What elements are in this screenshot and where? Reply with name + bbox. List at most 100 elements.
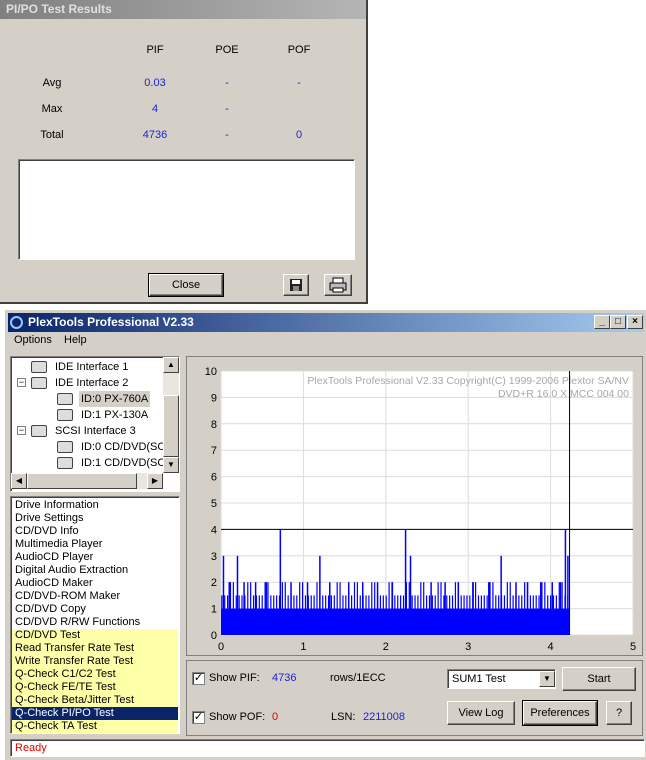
- y-tick-label: 8: [211, 419, 217, 431]
- device-tree[interactable]: IDE Interface 1 − IDE Interface 2 ID:0 PX-7…: [10, 356, 180, 492]
- show-pif-label: Show PIF:: [209, 672, 260, 684]
- function-item[interactable]: CD/DVD R/RW Functions: [12, 616, 178, 629]
- function-item[interactable]: Digital Audio Extraction: [12, 564, 178, 577]
- help-button[interactable]: ?: [606, 701, 632, 725]
- function-item[interactable]: CD/DVD Test: [12, 629, 178, 642]
- tree-item-label: ID:1 PX-130A: [81, 409, 149, 421]
- max-pif: 4: [151, 103, 159, 115]
- save-button[interactable]: [283, 274, 309, 296]
- y-tick-label: 0: [211, 630, 217, 642]
- test-type-value: SUM1 Test: [452, 673, 506, 685]
- dialog-title: PI/PO Test Results: [0, 0, 366, 19]
- x-tick-label: 2: [383, 641, 389, 653]
- x-tick-label: 0: [218, 641, 224, 653]
- close-button[interactable]: Close: [148, 273, 224, 297]
- y-tick-label: 2: [211, 577, 217, 589]
- x-tick-label: 4: [548, 641, 554, 653]
- menu-options[interactable]: Options: [14, 334, 52, 346]
- chevron-down-icon[interactable]: ▼: [539, 671, 555, 687]
- hscroll-thumb[interactable]: [27, 473, 137, 489]
- drive-icon: [57, 457, 73, 469]
- scroll-right-arrow[interactable]: ▶: [147, 473, 163, 489]
- status-bar: Ready: [10, 739, 645, 757]
- chart-watermark: PlexTools Professional V2.33 Copyright(C…: [307, 375, 629, 387]
- x-tick-label: 3: [465, 641, 471, 653]
- avg-poe: -: [225, 77, 229, 89]
- row-label-total: Total: [40, 129, 64, 141]
- function-item[interactable]: Write Transfer Rate Test: [12, 655, 178, 668]
- plextools-main-window: PlexTools Professional V2.33 _ □ × Optio…: [4, 309, 646, 760]
- y-tick-label: 3: [211, 551, 217, 563]
- show-pif-checkbox[interactable]: ✓: [192, 672, 205, 685]
- preferences-button[interactable]: Preferences: [522, 700, 598, 726]
- total-pif: 4736: [142, 129, 168, 141]
- function-item[interactable]: Multimedia Player: [12, 538, 178, 551]
- x-tick-label: 1: [300, 641, 306, 653]
- log-textarea[interactable]: [18, 159, 355, 260]
- show-pof-label: Show POF:: [209, 711, 266, 723]
- drive-icon: [57, 441, 73, 453]
- x-tick-label: 5: [630, 641, 636, 653]
- function-item[interactable]: Q-Check FE/TE Test: [12, 681, 178, 694]
- pof-total-value: 0: [272, 711, 279, 723]
- avg-pif: 0.03: [144, 77, 166, 89]
- interface-icon: [31, 425, 47, 437]
- y-tick-label: 4: [211, 524, 217, 536]
- print-button[interactable]: [324, 274, 352, 296]
- title-bar[interactable]: PlexTools Professional V2.33 _ □ ×: [8, 313, 644, 332]
- function-item[interactable]: CD/DVD-ROM Maker: [12, 590, 178, 603]
- function-item[interactable]: Drive Settings: [12, 512, 178, 525]
- save-icon: [290, 279, 302, 291]
- function-item[interactable]: AudioCD Player: [12, 551, 178, 564]
- scroll-thumb[interactable]: [163, 395, 179, 457]
- function-list[interactable]: Drive Information Drive Settings CD/DVD In…: [10, 496, 180, 734]
- menu-help[interactable]: Help: [64, 334, 87, 346]
- interface-icon: [31, 377, 47, 389]
- show-pof-checkbox[interactable]: ✓: [192, 711, 205, 724]
- tree-hscrollbar[interactable]: ◀ ▶: [11, 473, 163, 489]
- view-log-button[interactable]: View Log: [447, 701, 515, 725]
- pif-chart: 0 1 2 3 4 5 6 7 8 9 10 0 1 2 3 4 5 PlexTools Professional…: [205, 366, 636, 653]
- function-item[interactable]: Q-Check Beta/Jitter Test: [12, 694, 178, 707]
- minimize-button[interactable]: _: [594, 315, 610, 329]
- row-label-max: Max: [41, 103, 63, 115]
- function-item[interactable]: Q-Check C1/C2 Test: [12, 668, 178, 681]
- lsn-value: 2211008: [363, 711, 406, 723]
- close-window-button[interactable]: ×: [627, 315, 643, 329]
- function-item[interactable]: AudioCD Maker: [12, 577, 178, 590]
- tree-items: IDE Interface 1 − IDE Interface 2 ID:0 PX-7…: [13, 359, 163, 471]
- max-poe: -: [225, 103, 229, 115]
- collapse-toggle-icon[interactable]: −: [17, 426, 26, 435]
- start-button[interactable]: Start: [562, 667, 636, 691]
- col-header-pif: PIF: [146, 44, 164, 56]
- collapse-toggle-icon[interactable]: −: [17, 378, 26, 387]
- function-item[interactable]: Q-Check PI/PO Test: [12, 707, 178, 720]
- total-pof: 0: [295, 129, 303, 141]
- tree-item-label: ID:1 CD/DVD(SCSI): [81, 457, 163, 469]
- tree-item-label: IDE Interface 1: [55, 361, 129, 373]
- tree-item-label: ID:0 CD/DVD(SCSI): [81, 441, 163, 453]
- test-type-select[interactable]: SUM1 Test ▼: [447, 669, 556, 689]
- y-tick-label: 10: [205, 366, 217, 378]
- lsn-label: LSN:: [331, 711, 356, 723]
- avg-pof: -: [297, 77, 301, 89]
- y-tick-label: 6: [211, 472, 217, 484]
- scroll-up-arrow[interactable]: ▲: [163, 357, 179, 373]
- pif-total-value: 4736: [272, 672, 297, 684]
- function-item[interactable]: CD/DVD Copy: [12, 603, 178, 616]
- function-item[interactable]: Q-Check TA Test: [12, 720, 178, 733]
- drive-icon: [57, 393, 73, 405]
- chart-panel: 0 1 2 3 4 5 6 7 8 9 10 0 1 2 3 4 5 PlexTools Professional…: [186, 356, 643, 656]
- scroll-down-arrow[interactable]: ▼: [163, 457, 179, 473]
- function-item[interactable]: Drive Information: [12, 499, 178, 512]
- y-tick-label: 7: [211, 445, 217, 457]
- rows-unit-label: rows/1ECC: [330, 672, 386, 684]
- tree-item-label: SCSI Interface 3: [55, 425, 136, 437]
- function-item[interactable]: Read Transfer Rate Test: [12, 642, 178, 655]
- scroll-left-arrow[interactable]: ◀: [11, 473, 27, 489]
- maximize-button[interactable]: □: [610, 315, 626, 329]
- function-item[interactable]: CD/DVD Info: [12, 525, 178, 538]
- tree-item-label: ID:0 PX-760A: [79, 391, 151, 407]
- y-tick-label: 1: [211, 604, 217, 616]
- tree-vscrollbar[interactable]: ▲ ▼: [163, 357, 179, 473]
